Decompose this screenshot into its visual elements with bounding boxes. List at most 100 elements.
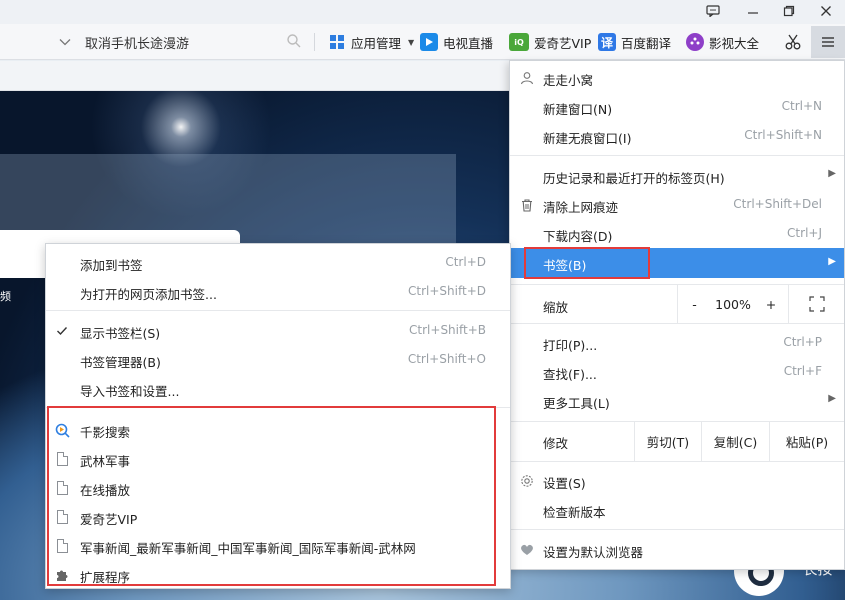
menu-item-shortcut: Ctrl+P bbox=[783, 335, 822, 349]
cut-button[interactable]: 剪切(T) bbox=[634, 421, 701, 461]
menu-item-check-update[interactable]: 检查新版本 bbox=[510, 496, 844, 524]
restore-icon[interactable] bbox=[772, 0, 806, 22]
edit-label: 修改 bbox=[543, 436, 569, 451]
menu-divider bbox=[510, 323, 844, 324]
menu-item-label: 走走小窝 bbox=[543, 73, 594, 88]
menu-item-print[interactable]: 打印(P)... Ctrl+P bbox=[510, 329, 844, 357]
checkmark-icon bbox=[54, 323, 70, 339]
annotation-highlight-box bbox=[47, 406, 496, 586]
chevron-right-icon: ▶ bbox=[828, 168, 836, 179]
iqiyi-vip-label: 爱奇艺VIP bbox=[534, 35, 592, 51]
menu-item-label: 更多工具(L) bbox=[543, 396, 610, 411]
zoom-in-button[interactable]: + bbox=[755, 285, 787, 323]
submenu-item-import[interactable]: 导入书签和设置... bbox=[46, 375, 510, 403]
submenu-item-label: 导入书签和设置... bbox=[80, 384, 180, 399]
menu-item-settings[interactable]: 设置(S) bbox=[510, 467, 844, 495]
copy-button[interactable]: 复制(C) bbox=[701, 421, 769, 461]
minimize-icon[interactable] bbox=[736, 0, 770, 22]
address-bar-text[interactable]: 取消手机长途漫游 bbox=[85, 33, 189, 52]
trash-icon bbox=[518, 196, 536, 214]
app-manager-label: 应用管理 bbox=[351, 35, 402, 51]
submenu-item-bookmark-manager[interactable]: 书签管理器(B) Ctrl+Shift+O bbox=[46, 346, 510, 374]
menu-item-shortcut: Ctrl+N bbox=[781, 99, 822, 113]
browser-main-menu: 走走小窝 新建窗口(N) Ctrl+N 新建无痕窗口(I) Ctrl+Shift… bbox=[509, 60, 845, 570]
submenu-item-bookmark-open-pages[interactable]: 为打开的网页添加书签... Ctrl+Shift+D bbox=[46, 278, 510, 306]
bookmarks-submenu: 添加到书签 Ctrl+D 为打开的网页添加书签... Ctrl+Shift+D … bbox=[45, 243, 511, 589]
submenu-item-label: 为打开的网页添加书签... bbox=[80, 287, 217, 302]
video-collection-label: 影视大全 bbox=[709, 35, 760, 51]
submenu-item-add-bookmark[interactable]: 添加到书签 Ctrl+D bbox=[46, 249, 510, 277]
chevron-right-icon: ▶ bbox=[828, 393, 836, 404]
zoom-label: 缩放 bbox=[543, 300, 569, 315]
paste-button[interactable]: 粘贴(P) bbox=[769, 421, 844, 461]
annotation-highlight-box bbox=[524, 247, 650, 279]
menu-item-find[interactable]: 查找(F)... Ctrl+F bbox=[510, 358, 844, 386]
page-side-label: 频 bbox=[0, 290, 11, 303]
menu-divider bbox=[510, 529, 844, 530]
film-reel-icon bbox=[686, 33, 704, 51]
menu-item-label: 查找(F)... bbox=[543, 367, 597, 382]
menu-item-clear-traces[interactable]: 清除上网痕迹 Ctrl+Shift+Del bbox=[510, 191, 844, 219]
baidu-translate-label: 百度翻译 bbox=[621, 35, 672, 51]
menu-item-label: 清除上网痕迹 bbox=[543, 200, 619, 215]
main-menu-button[interactable] bbox=[811, 26, 845, 58]
menu-divider bbox=[510, 461, 844, 462]
heart-icon bbox=[518, 541, 536, 559]
menu-item-user[interactable]: 走走小窝 bbox=[510, 64, 844, 92]
submenu-item-shortcut: Ctrl+D bbox=[445, 255, 486, 269]
toolbar-divider bbox=[314, 33, 315, 51]
title-bar bbox=[0, 0, 845, 24]
menu-item-label: 新建无痕窗口(I) bbox=[543, 131, 632, 146]
menu-item-downloads[interactable]: 下载内容(D) Ctrl+J bbox=[510, 220, 844, 248]
translate-icon: 译 bbox=[598, 33, 616, 51]
submenu-item-shortcut: Ctrl+Shift+B bbox=[409, 323, 486, 337]
submenu-item-label: 添加到书签 bbox=[80, 258, 143, 273]
close-icon[interactable] bbox=[809, 0, 843, 22]
menu-divider bbox=[510, 155, 844, 156]
address-dropdown-icon[interactable] bbox=[56, 32, 74, 52]
scissors-icon[interactable] bbox=[780, 30, 806, 54]
submenu-item-label: 显示书签栏(S) bbox=[80, 326, 161, 341]
submenu-item-shortcut: Ctrl+Shift+O bbox=[407, 352, 486, 366]
menu-item-new-incognito[interactable]: 新建无痕窗口(I) Ctrl+Shift+N bbox=[510, 122, 844, 150]
gear-icon bbox=[518, 472, 536, 490]
menu-item-label: 历史记录和最近打开的标签页(H) bbox=[543, 171, 725, 186]
menu-item-new-window[interactable]: 新建窗口(N) Ctrl+N bbox=[510, 93, 844, 121]
menu-item-label: 打印(P)... bbox=[543, 338, 598, 353]
menu-item-label: 检查新版本 bbox=[543, 505, 606, 520]
tv-play-icon bbox=[420, 33, 438, 51]
menu-item-label: 设置为默认浏览器 bbox=[543, 545, 644, 560]
baidu-translate-button[interactable]: 译 百度翻译 bbox=[598, 31, 671, 53]
search-icon[interactable] bbox=[286, 33, 304, 51]
iqiyi-vip-button[interactable]: iQ 爱奇艺VIP bbox=[509, 31, 591, 53]
chevron-right-icon: ▶ bbox=[828, 256, 836, 267]
submenu-item-shortcut: Ctrl+Shift+D bbox=[408, 284, 486, 298]
menu-item-set-default[interactable]: 设置为默认浏览器 bbox=[510, 536, 844, 564]
hamburger-icon bbox=[822, 37, 834, 47]
app-manager-button[interactable]: 应用管理 ▼ bbox=[328, 31, 414, 53]
menu-item-label: 新建窗口(N) bbox=[543, 102, 613, 117]
fullscreen-icon bbox=[808, 296, 825, 312]
tv-live-button[interactable]: 电视直播 bbox=[420, 31, 493, 53]
fullscreen-button[interactable] bbox=[788, 285, 844, 323]
feedback-icon[interactable] bbox=[696, 0, 730, 22]
chevron-down-icon: ▼ bbox=[408, 37, 415, 47]
submenu-item-label: 书签管理器(B) bbox=[80, 355, 161, 370]
menu-item-label: 下载内容(D) bbox=[543, 229, 613, 244]
user-icon bbox=[518, 69, 536, 87]
toolbar: 取消手机长途漫游 应用管理 ▼ 电视直播 iQ 爱奇艺VIP 译 百度翻译 影视… bbox=[0, 24, 845, 60]
menu-item-shortcut: Ctrl+Shift+N bbox=[744, 128, 822, 142]
menu-item-history[interactable]: 历史记录和最近打开的标签页(H) ▶ bbox=[510, 162, 844, 190]
apps-grid-icon bbox=[328, 33, 346, 51]
zoom-level-value: 100% bbox=[715, 296, 751, 312]
menu-item-more-tools[interactable]: 更多工具(L) ▶ bbox=[510, 387, 844, 415]
iqiyi-icon: iQ bbox=[509, 33, 529, 51]
submenu-item-show-bookmark-bar[interactable]: 显示书签栏(S) Ctrl+Shift+B bbox=[46, 317, 510, 345]
menu-divider bbox=[46, 310, 510, 311]
menu-item-label: 设置(S) bbox=[543, 476, 586, 491]
tv-live-label: 电视直播 bbox=[443, 35, 494, 51]
zoom-out-button[interactable]: - bbox=[677, 285, 711, 323]
video-collection-button[interactable]: 影视大全 bbox=[686, 31, 759, 53]
menu-item-shortcut: Ctrl+Shift+Del bbox=[733, 197, 822, 211]
menu-item-shortcut: Ctrl+F bbox=[783, 364, 822, 378]
